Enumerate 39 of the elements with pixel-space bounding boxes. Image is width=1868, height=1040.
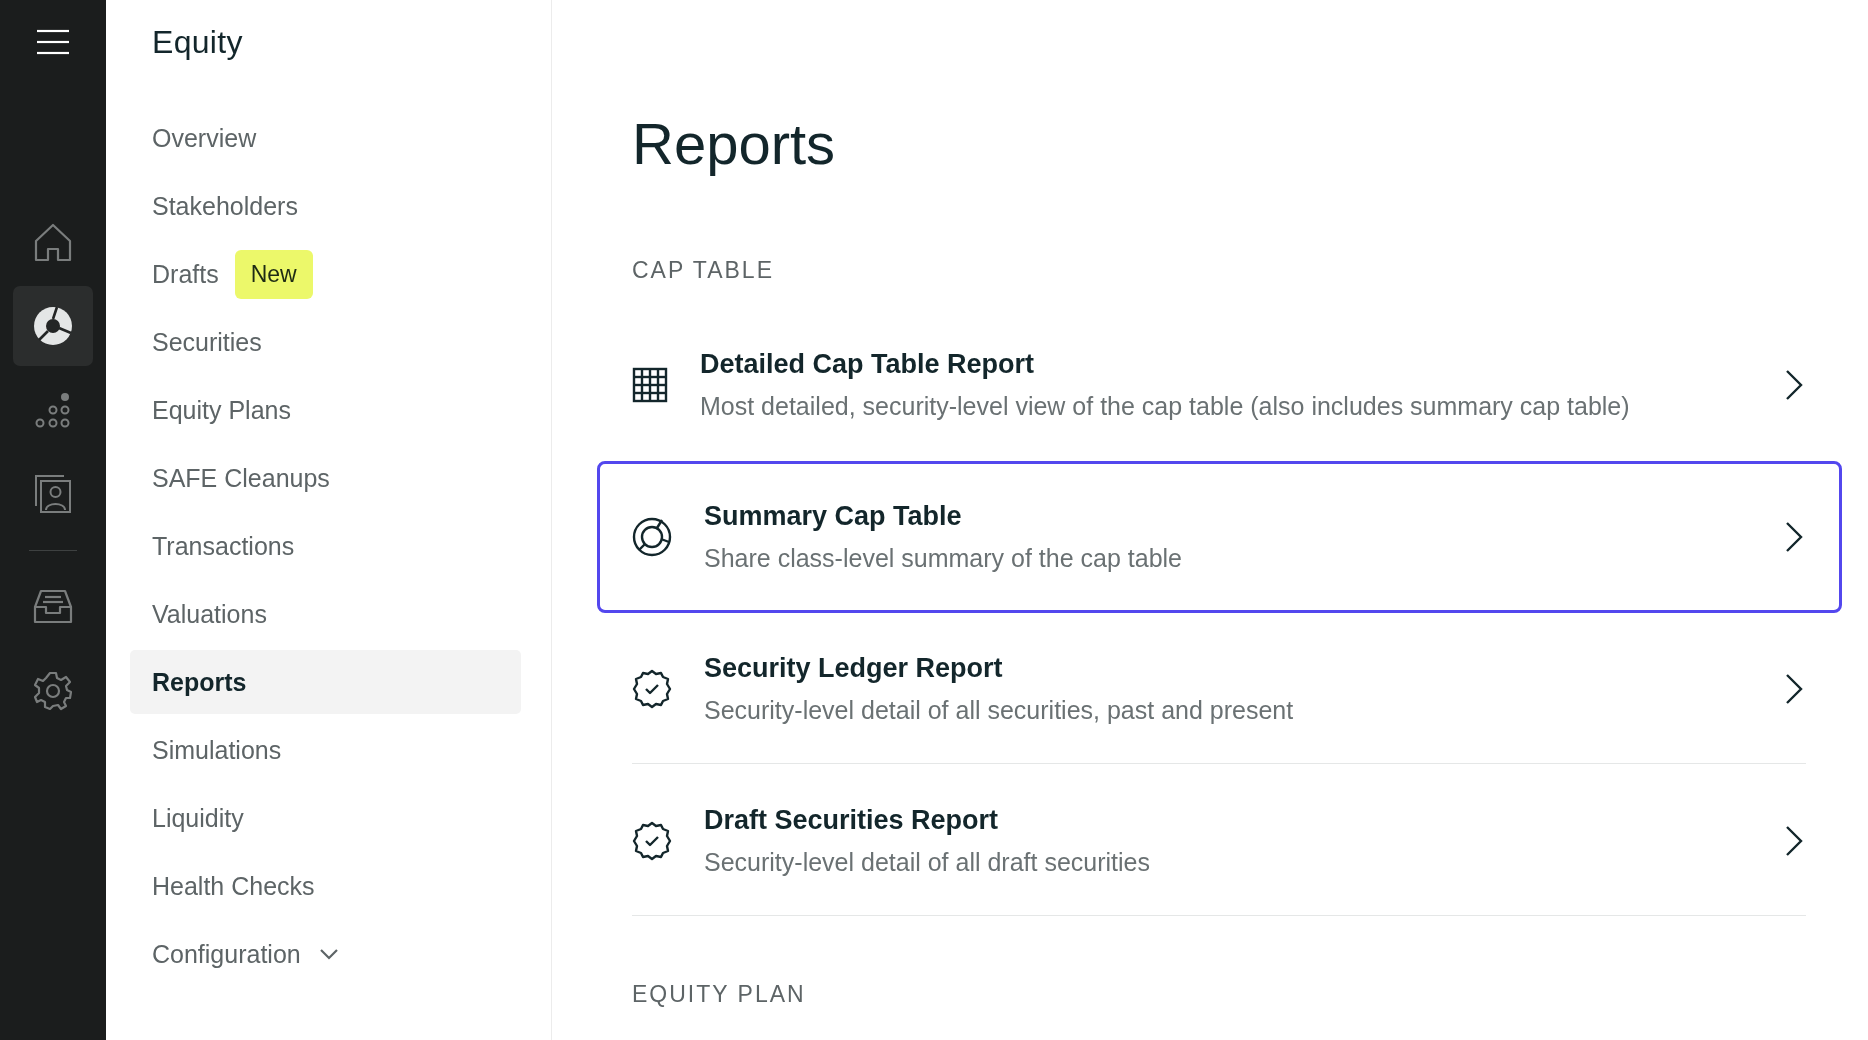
settings-icon	[33, 671, 73, 711]
report-item[interactable]: Security Ledger Report Security-level detail of all securities, past and present	[597, 613, 1842, 765]
section-heading: CAP TABLE	[632, 257, 775, 283]
sidebar-title: Equity	[152, 24, 244, 61]
verified-badge-icon	[632, 669, 672, 709]
menu-icon	[36, 29, 70, 55]
equity-button[interactable]	[13, 286, 93, 366]
report-item[interactable]: Summary Cap Table Share class-level summary of the cap table	[597, 461, 1842, 613]
sidebar-item[interactable]: Overview	[130, 106, 257, 170]
home-icon	[34, 222, 72, 262]
sidebar-item[interactable]: Liquidity	[130, 786, 244, 850]
page-title: Reports	[632, 110, 837, 177]
sidebar-item[interactable]: Health Checks	[130, 854, 315, 918]
section-heading: EQUITY PLAN	[632, 981, 807, 1007]
table-grid-icon	[632, 367, 668, 403]
inbox-icon	[33, 589, 73, 625]
sidebar-item[interactable]: Valuations	[130, 582, 267, 646]
sidebar-item[interactable]: Stakeholders	[130, 174, 298, 238]
report-item[interactable]: Draft Securities Report Security-level detail of all draft securities	[597, 765, 1842, 917]
contact-card-icon	[34, 474, 72, 514]
verified-badge-icon	[632, 821, 672, 861]
dots-icon	[35, 392, 71, 428]
pie-chart-icon	[33, 306, 73, 346]
sidebar-item[interactable]: Drafts	[130, 242, 219, 306]
chevron-right-icon	[1785, 369, 1803, 401]
sidebar-item[interactable]: Transactions	[130, 514, 295, 578]
sidebar-item[interactable]: Simulations	[130, 718, 282, 782]
ring-chart-icon	[632, 517, 672, 557]
chevron-right-icon	[1785, 521, 1803, 553]
new-badge: New	[234, 249, 313, 299]
sidebar-item[interactable]: Equity Plans	[130, 378, 291, 442]
report-item[interactable]: Detailed Cap Table Report Most detailed, security-level view of the cap table (also includes summary cap table)	[597, 309, 1842, 461]
sidebar-item[interactable]: Securities	[130, 310, 262, 374]
sidebar-item[interactable]: Configuration	[130, 922, 339, 986]
chevron-right-icon	[1785, 825, 1803, 857]
sidebar-item[interactable]: Reports	[130, 650, 521, 714]
chevron-right-icon	[1785, 673, 1803, 705]
chevron-icon	[318, 948, 339, 960]
sidebar-item[interactable]: SAFE Cleanups	[130, 446, 330, 510]
